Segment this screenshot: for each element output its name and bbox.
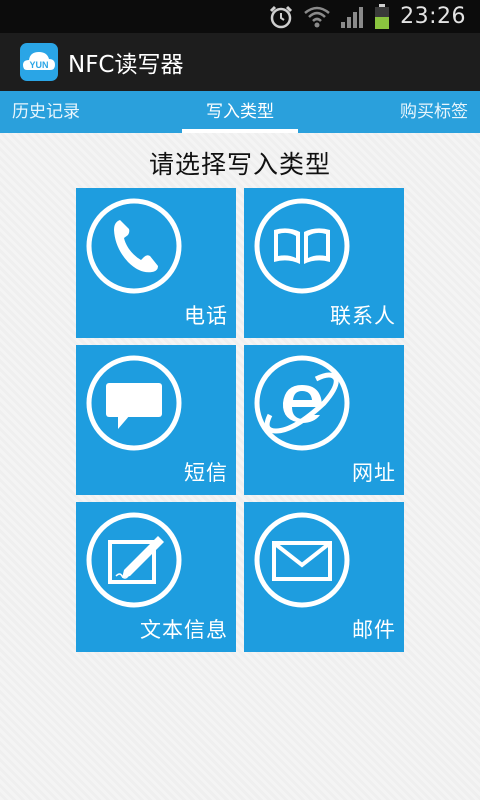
tile-label: 联系人 (330, 304, 396, 328)
tab-buy-tags[interactable]: 购买标签 (400, 91, 468, 133)
status-bar: 23:26 (0, 0, 480, 33)
tile-label: 短信 (184, 461, 228, 485)
tile-label: 文本信息 (140, 618, 228, 642)
tile-mail[interactable]: 邮件 (244, 502, 404, 652)
page-heading: 请选择写入类型 (148, 150, 331, 179)
speech-bubble-icon (86, 355, 182, 451)
signal-icon (340, 5, 364, 29)
tab-bar: 历史记录 写入类型 购买标签 (0, 91, 480, 133)
book-icon (254, 198, 350, 294)
tile-text[interactable]: 文本信息 (76, 502, 236, 652)
wifi-icon (304, 5, 330, 29)
tile-phone[interactable]: 电话 (76, 188, 236, 338)
status-icons: 23:26 (268, 0, 466, 33)
phone-icon (86, 198, 182, 294)
tile-contacts[interactable]: 联系人 (244, 188, 404, 338)
tile-label: 网址 (352, 461, 396, 485)
pen-note-icon (86, 512, 182, 608)
tab-write-type[interactable]: 写入类型 (182, 91, 298, 133)
tile-sms[interactable]: 短信 (76, 345, 236, 495)
battery-icon (374, 3, 390, 30)
alarm-icon (268, 4, 294, 30)
status-time: 23:26 (400, 4, 466, 29)
action-bar: YUN NFC读写器 (0, 33, 480, 91)
app-logo[interactable]: YUN (20, 43, 58, 81)
tab-history[interactable]: 历史记录 (12, 91, 80, 133)
envelope-icon (254, 512, 350, 608)
cloud-icon: YUN (23, 52, 55, 70)
internet-explorer-icon (254, 355, 350, 451)
app-title: NFC读写器 (68, 52, 184, 78)
main-content: 请选择写入类型 电话 联系人 短信 网址 文本信息 邮件 (0, 133, 480, 800)
tile-label: 电话 (184, 304, 228, 328)
tile-url[interactable]: 网址 (244, 345, 404, 495)
tile-label: 邮件 (352, 618, 396, 642)
app-logo-text: YUN (29, 60, 48, 70)
